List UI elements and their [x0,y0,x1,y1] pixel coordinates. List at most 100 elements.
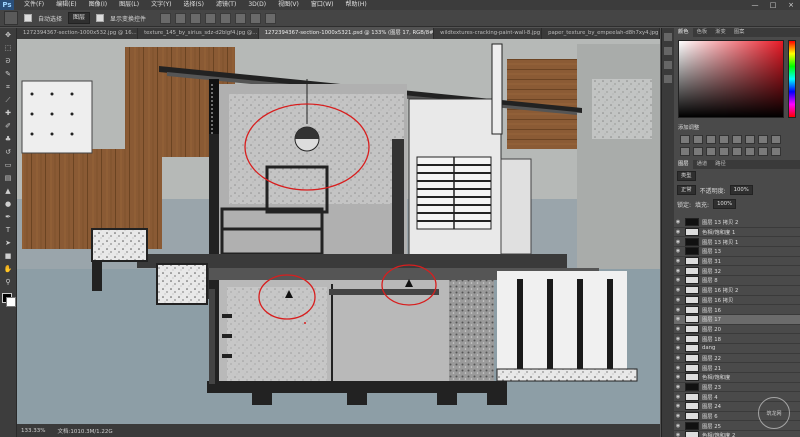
auto-select-checkbox[interactable] [24,14,32,22]
zoom-icon[interactable]: ⚲ [3,278,13,286]
layer-row[interactable]: ◉ 图层 16 [674,305,800,315]
color-lookup-icon[interactable] [706,147,716,156]
document-canvas[interactable] [17,39,660,424]
layer-row[interactable]: ◉ 图层 31 [674,257,800,267]
tab-patterns[interactable]: 图案 [730,28,749,37]
close-button[interactable]: × [782,0,800,10]
tab-layers[interactable]: 图层 [674,160,693,169]
layer-row[interactable]: ◉ 色相/饱和度 1 [674,228,800,238]
exposure-icon[interactable] [719,135,729,144]
doc-tab-active[interactable]: 1272394367-section-1000x5321.psd @ 133% … [258,28,435,39]
visibility-eye-icon[interactable]: ◉ [674,384,682,390]
layer-row[interactable]: ◉ 图层 13 拷贝 2 [674,218,800,228]
marquee-icon[interactable]: ⬚ [3,44,13,52]
hand-icon[interactable]: ✋ [3,265,13,273]
vibrance-icon[interactable] [732,135,742,144]
maximize-button[interactable]: □ [764,0,782,10]
menu-layer[interactable]: 图层(L) [113,0,145,10]
layer-row[interactable]: ◉ 图层 8 [674,276,800,286]
layer-row[interactable]: ◉ 图层 13 拷贝 1 [674,237,800,248]
levels-icon[interactable] [693,135,703,144]
gradient-map-icon[interactable] [758,147,768,156]
layer-row[interactable]: ◉ 图层 20 [674,324,800,335]
saturation-field[interactable] [678,40,784,118]
align-bottom-icon[interactable] [190,12,202,24]
visibility-eye-icon[interactable]: ◉ [674,394,682,400]
layer-row[interactable]: ◉ 图层 23 [674,383,800,393]
eyedropper-icon[interactable]: ⟋ [3,96,13,104]
doc-tab-5[interactable]: paper_texture_by_empeelah-d8h7xy4.jpg [542,28,660,39]
layer-row[interactable]: ◉ 图层 22 [674,353,800,364]
align-right-icon[interactable] [235,12,247,24]
hue-slider[interactable] [788,40,796,118]
layer-row[interactable]: ◉ 图层 17 [674,314,800,325]
path-select-icon[interactable]: ➤ [3,239,13,247]
menu-help[interactable]: 帮助(H) [340,0,373,10]
properties-panel-icon[interactable] [664,47,672,55]
menu-type[interactable]: 文字(Y) [145,0,177,10]
visibility-eye-icon[interactable]: ◉ [674,229,682,235]
menu-file[interactable]: 文件(F) [18,0,50,10]
layer-row[interactable]: ◉ 图层 21 [674,363,800,373]
selective-color-icon[interactable] [771,147,781,156]
visibility-eye-icon[interactable]: ◉ [674,219,682,225]
type-icon[interactable]: T [3,226,13,234]
distribute-h-icon[interactable] [265,12,277,24]
visibility-eye-icon[interactable]: ◉ [674,336,682,342]
paragraph-panel-icon[interactable] [664,75,672,83]
character-panel-icon[interactable] [664,61,672,69]
layer-row[interactable]: ◉ 图层 16 拷贝 [674,295,800,306]
menu-3d[interactable]: 3D(D) [242,0,272,10]
quick-select-icon[interactable]: ✎ [3,70,13,78]
visibility-eye-icon[interactable]: ◉ [674,297,682,303]
layer-row[interactable]: ◉ 色相/饱和度 2 [674,431,800,437]
brush-icon[interactable]: ✐ [3,122,13,130]
align-center-icon[interactable] [220,12,232,24]
tab-channels[interactable]: 通道 [693,160,712,169]
healing-icon[interactable]: ✚ [3,109,13,117]
visibility-eye-icon[interactable]: ◉ [674,374,682,380]
menu-view[interactable]: 视图(V) [272,0,305,10]
channel-mixer-icon[interactable] [693,147,703,156]
visibility-eye-icon[interactable]: ◉ [674,432,682,437]
history-brush-icon[interactable]: ↺ [3,148,13,156]
menu-image[interactable]: 图像(I) [83,0,113,10]
layer-row[interactable]: ◉ 图层 16 拷贝 2 [674,286,800,296]
blur-icon[interactable]: ▲ [3,187,13,195]
layer-row[interactable]: ◉ 图层 32 [674,266,800,277]
lasso-icon[interactable]: ᘐ [3,57,13,65]
threshold-icon[interactable] [745,147,755,156]
brightness-icon[interactable] [680,135,690,144]
gradient-icon[interactable]: ▤ [3,174,13,182]
visibility-eye-icon[interactable]: ◉ [674,423,682,429]
tab-paths[interactable]: 路径 [711,160,730,169]
blend-mode-select[interactable]: 正常 [677,185,696,195]
tab-swatches[interactable]: 色板 [693,28,712,37]
layer-filter-select[interactable]: 类型 [677,171,696,181]
tab-gradients[interactable]: 渐变 [711,28,730,37]
history-panel-icon[interactable] [664,33,672,41]
visibility-eye-icon[interactable]: ◉ [674,248,682,254]
align-middle-icon[interactable] [175,12,187,24]
visibility-eye-icon[interactable]: ◉ [674,326,682,332]
auto-select-dropdown[interactable]: 图层 [68,12,91,24]
visibility-eye-icon[interactable]: ◉ [674,403,682,409]
menu-window[interactable]: 窗口(W) [305,0,340,10]
visibility-eye-icon[interactable]: ◉ [674,268,682,274]
hue-saturation-icon[interactable] [745,135,755,144]
menu-filter[interactable]: 滤镜(T) [210,0,242,10]
menu-edit[interactable]: 编辑(E) [50,0,82,10]
align-top-icon[interactable] [160,12,172,24]
visibility-eye-icon[interactable]: ◉ [674,365,682,371]
zoom-level[interactable]: 133.33% [21,428,45,434]
crop-icon[interactable]: ⌗ [3,83,13,91]
distribute-icon[interactable] [250,12,262,24]
move-tool-icon[interactable] [4,11,18,25]
visibility-eye-icon[interactable]: ◉ [674,345,682,351]
invert-icon[interactable] [719,147,729,156]
visibility-eye-icon[interactable]: ◉ [674,307,682,313]
tab-color[interactable]: 颜色 [674,28,693,37]
color-balance-icon[interactable] [758,135,768,144]
visibility-eye-icon[interactable]: ◉ [674,277,682,283]
visibility-eye-icon[interactable]: ◉ [674,316,682,322]
